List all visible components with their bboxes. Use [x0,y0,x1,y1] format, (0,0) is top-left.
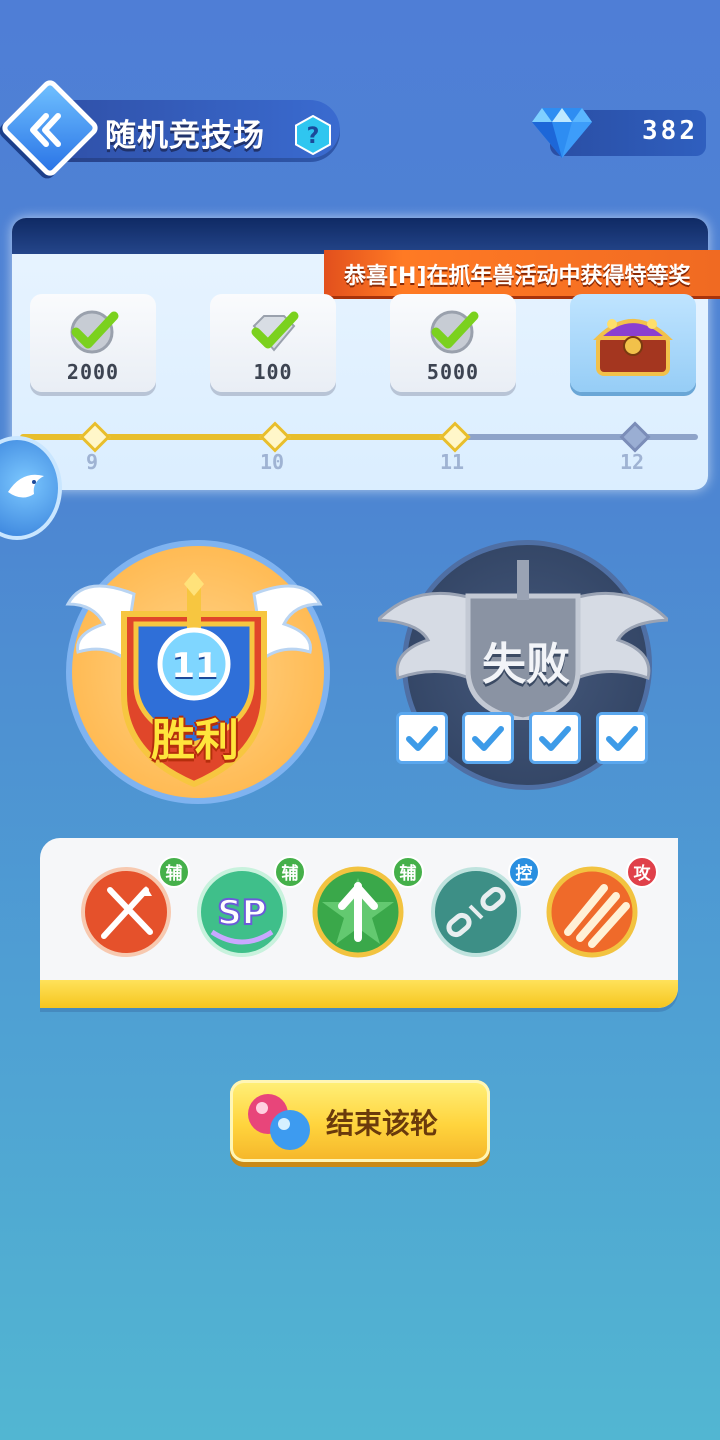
svg-text:SP: SP [217,893,266,933]
checkmark-icon [406,726,438,751]
reward-card[interactable]: 2000 [30,294,156,392]
orbs-icon [248,1094,310,1150]
win-count-label: 9 [85,450,99,474]
diamond-icon [532,108,592,158]
reward-value: 100 [253,360,293,384]
claw-strike-icon[interactable] [546,866,638,958]
checkmark-icon [606,726,638,751]
win-count-label: 11 [439,450,465,474]
reward-card-current[interactable] [570,294,696,392]
sp-orb-icon[interactable]: SP [196,866,288,958]
arrow-up-star-icon[interactable] [312,866,404,958]
gem-count: 382 [642,116,698,146]
end-round-label: 结束该轮 [326,1107,439,1140]
progress-track-remaining [454,434,698,440]
skill-type-badge: 辅 [274,856,306,888]
lose-label: 失败 [482,639,570,690]
skill-type-badge: 攻 [626,856,658,888]
help-button[interactable]: ? [293,115,333,155]
checkmark-icon [539,726,571,751]
announcement-text: 恭喜[H]在抓年兽活动中获得特等奖 [344,264,691,289]
reward-card[interactable]: 100 [210,294,336,392]
sword-buff-icon[interactable] [80,866,172,958]
skill-type-badge: 辅 [158,856,190,888]
reward-value: 5000 [426,360,480,384]
panel-header-strip [12,218,708,254]
checkmark-icon [251,311,299,352]
double-chevron-left-icon[interactable] [26,110,66,150]
skill-type-label: 辅 [281,864,299,884]
win-count: 11 [171,646,219,686]
shark-icon [8,474,44,498]
checkmark-icon [472,726,504,751]
win-count-label: 12 [619,450,645,474]
checkmark-icon [430,310,479,354]
skill-type-badge: 辅 [392,856,424,888]
skill-type-badge: 控 [508,856,540,888]
loss-check-box [462,712,514,764]
reward-card[interactable]: 5000 [390,294,516,392]
loss-check-box [596,712,648,764]
page-title: 随机竞技场 [105,118,265,154]
treasure-chest-icon [593,319,673,376]
loss-check-box [529,712,581,764]
chain-break-icon[interactable] [430,866,522,958]
skill-type-label: 攻 [633,864,651,884]
reward-value: 2000 [66,360,120,384]
win-label: 胜利 [151,715,239,766]
loss-check-box [396,712,448,764]
help-symbol: ? [307,124,320,149]
skill-type-label: 控 [515,864,533,884]
win-count-label: 10 [259,450,285,474]
skill-type-label: 辅 [399,864,417,884]
checkmark-icon [70,310,119,354]
skill-type-label: 辅 [165,864,183,884]
